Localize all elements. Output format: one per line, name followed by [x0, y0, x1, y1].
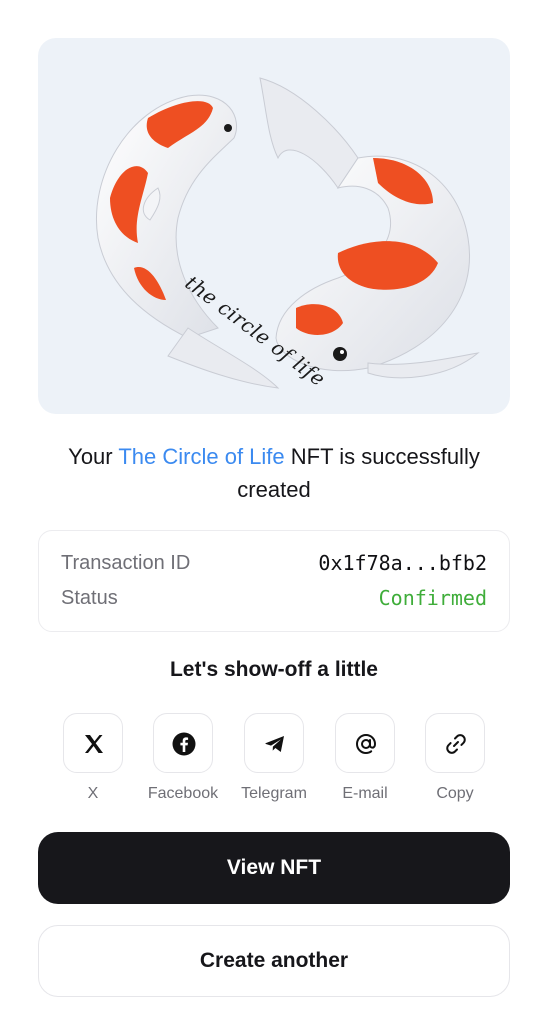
share-options: X Facebook Telegram E-mail Copy	[0, 713, 548, 813]
telegram-icon	[265, 736, 284, 752]
share-telegram-label: Telegram	[241, 785, 307, 802]
share-email: E-mail	[315, 713, 415, 803]
x-logo-icon	[85, 735, 103, 753]
facebook-icon	[172, 732, 196, 756]
link-icon	[446, 734, 466, 754]
success-headline: Your The Circle of Life NFT is successfu…	[38, 440, 510, 506]
copy-link-button[interactable]	[425, 713, 485, 773]
share-facebook-button[interactable]	[153, 713, 213, 773]
share-x: X	[43, 713, 143, 803]
nft-artwork: the circle of life	[38, 38, 510, 414]
share-x-button[interactable]	[63, 713, 123, 773]
share-facebook: Facebook	[133, 713, 233, 803]
share-copy: Copy	[405, 713, 505, 803]
share-email-label: E-mail	[342, 785, 388, 802]
status-row: Status Confirmed	[61, 586, 487, 610]
nft-name: The Circle of Life	[118, 444, 285, 469]
share-title: Let's show-off a little	[169, 658, 378, 681]
share-facebook-label: Facebook	[147, 785, 219, 802]
share-x-label: X	[87, 785, 99, 802]
transaction-id-label: Transaction ID	[61, 551, 191, 574]
transaction-id-value[interactable]: 0x1f78a...bfb2	[318, 551, 487, 575]
nft-success-screen: the circle of life Your The Circle of Li…	[0, 0, 548, 1034]
create-another-button[interactable]: Create another	[38, 925, 510, 997]
transaction-id-row: Transaction ID 0x1f78a...bfb2	[61, 551, 487, 575]
share-copy-label: Copy	[436, 785, 474, 802]
headline-prefix: Your	[68, 444, 119, 469]
view-nft-button[interactable]: View NFT	[38, 832, 510, 904]
share-email-button[interactable]	[335, 713, 395, 773]
status-value: Confirmed	[378, 586, 487, 610]
status-label: Status	[61, 586, 118, 609]
left-koi	[96, 94, 280, 389]
at-sign-icon	[355, 733, 377, 755]
transaction-card: Transaction ID 0x1f78a...bfb2 Status Con…	[38, 530, 510, 632]
right-koi	[259, 77, 480, 379]
share-telegram: Telegram	[224, 713, 324, 803]
share-telegram-button[interactable]	[244, 713, 304, 773]
